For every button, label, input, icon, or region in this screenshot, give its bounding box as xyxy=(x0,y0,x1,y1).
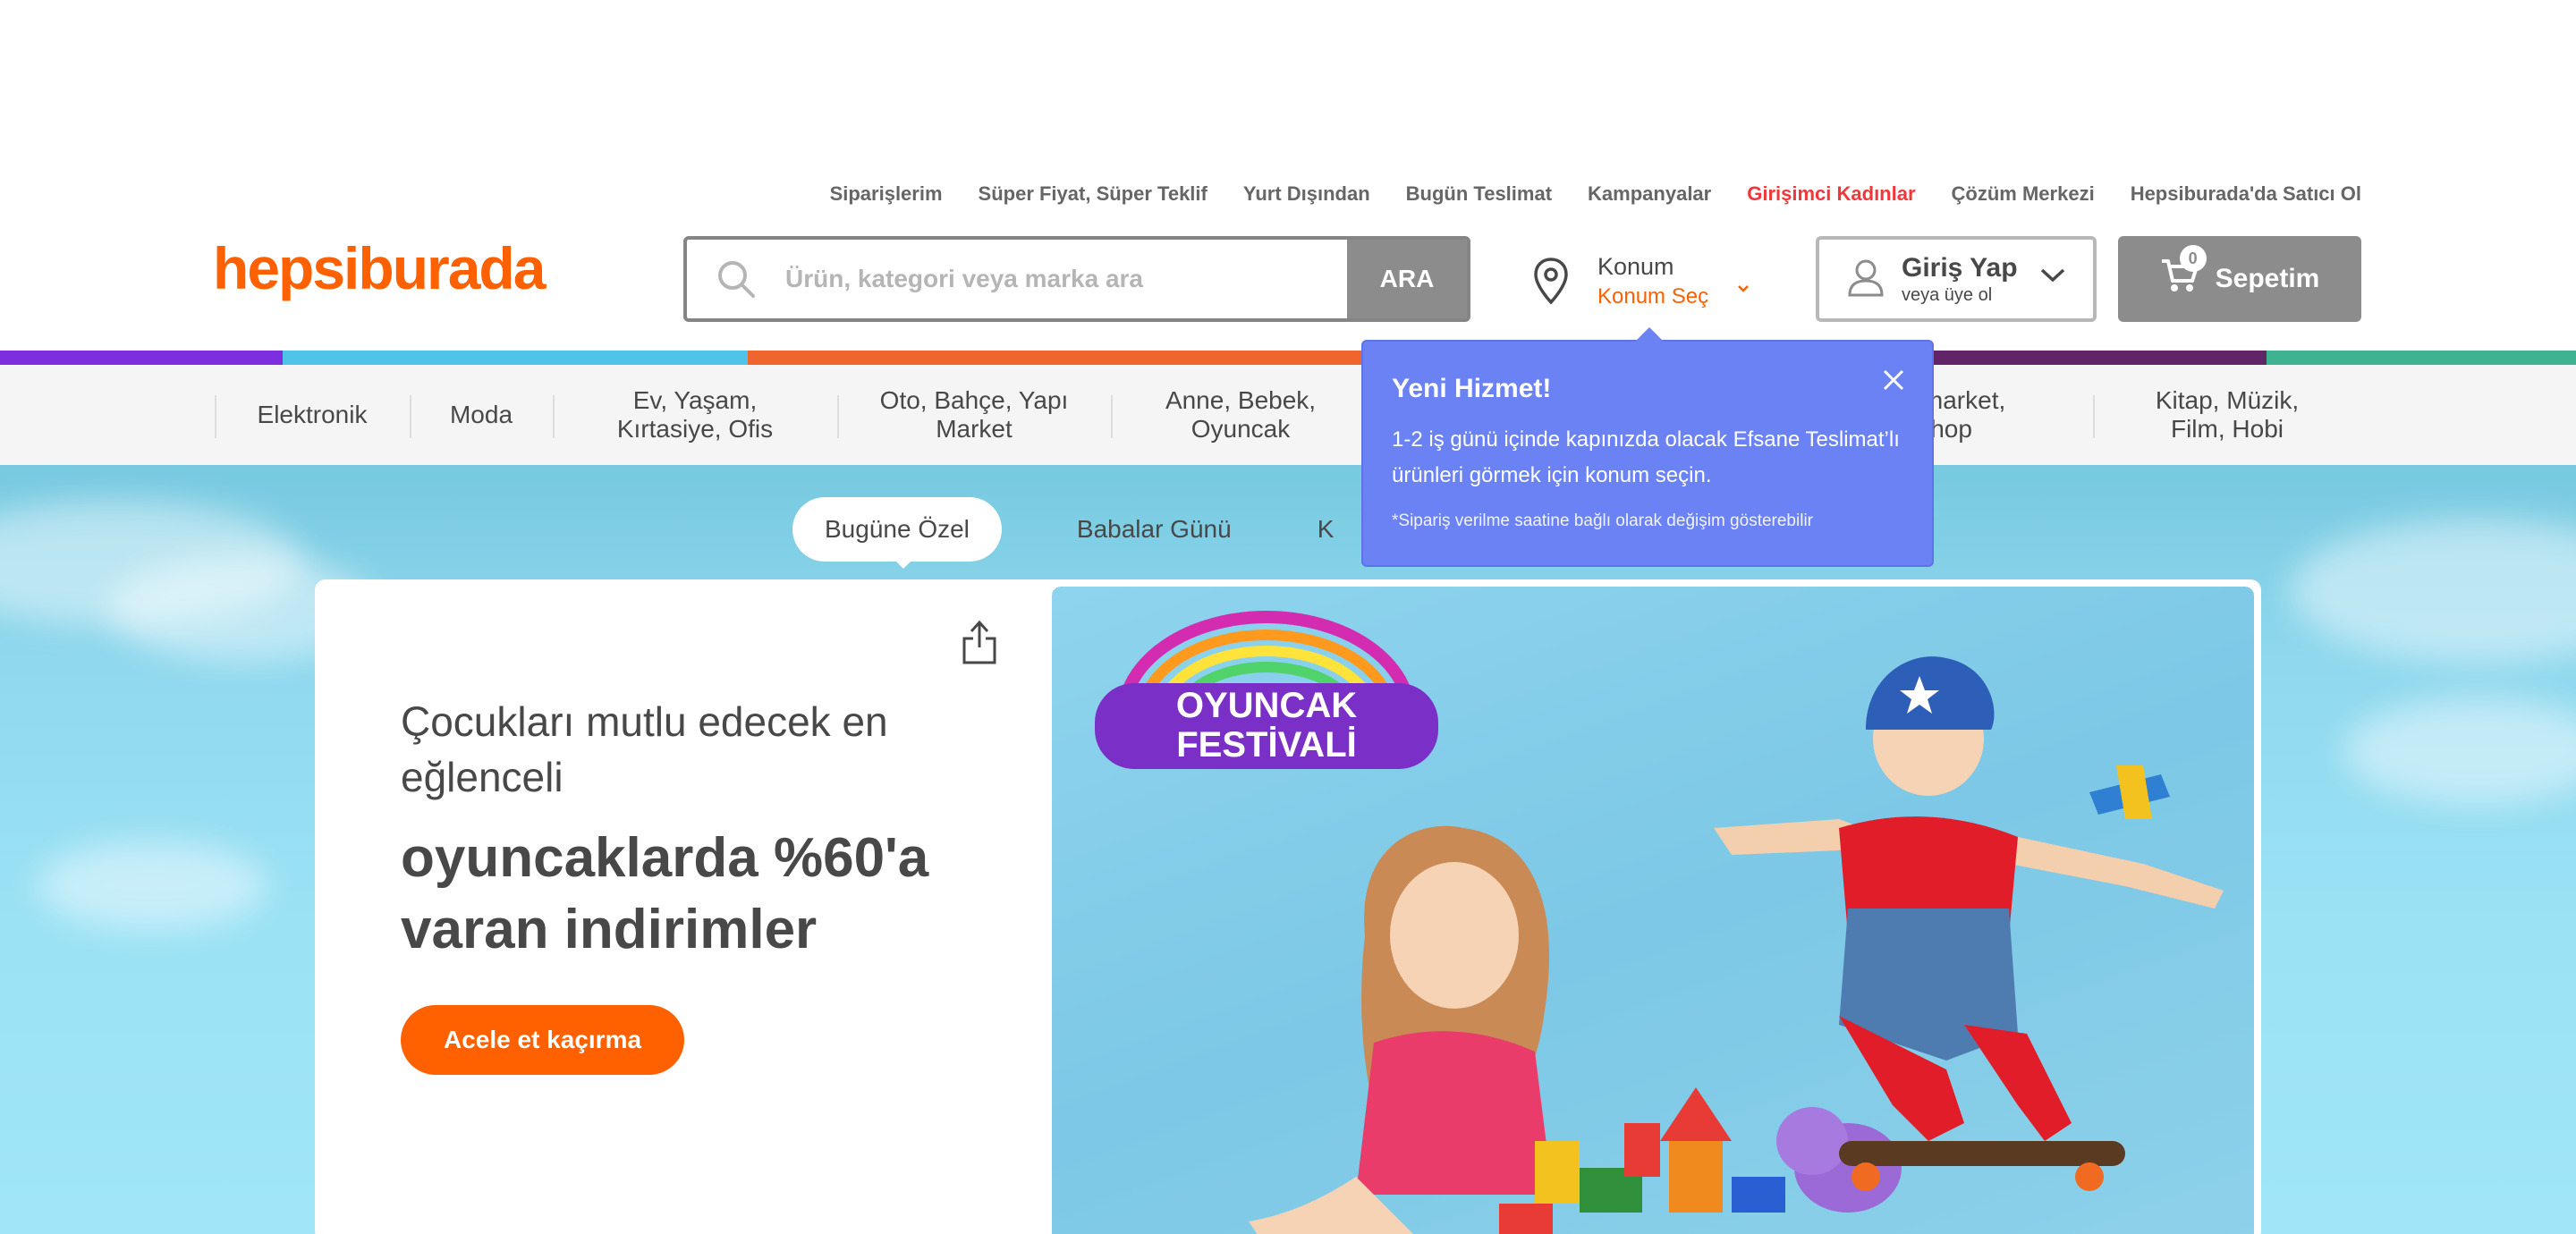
search-button[interactable]: ARA xyxy=(1347,240,1467,318)
tab-today-special[interactable]: Bugüne Özel xyxy=(792,497,1002,562)
login-title: Giriş Yap xyxy=(1902,252,2018,283)
category-fashion[interactable]: Moda xyxy=(410,365,553,465)
popup-note: *Sipariş verilme saatine bağlı olarak de… xyxy=(1392,511,1813,530)
location-title: Konum xyxy=(1597,252,1674,280)
login-subtitle: veya üye ol xyxy=(1902,284,1993,305)
close-icon[interactable] xyxy=(1882,368,1905,396)
category-baby[interactable]: Anne, Bebek, Oyuncak xyxy=(1111,365,1370,465)
category-books[interactable]: Kitap, Müzik, Film, Hobi xyxy=(2093,365,2361,465)
hero-banner-image[interactable]: OYUNCAK FESTİVALİ xyxy=(1052,587,2254,1234)
top-link-campaigns[interactable]: Kampanyalar xyxy=(1588,182,1711,206)
location-pin-icon xyxy=(1526,257,1576,305)
cart-count-badge: 0 xyxy=(2179,245,2207,272)
chevron-down-icon xyxy=(1737,279,1750,298)
tab-k[interactable]: K xyxy=(1318,497,1367,562)
top-link-become-seller[interactable]: Hepsiburada'da Satıcı Ol xyxy=(2131,182,2361,206)
cart-button[interactable]: 0 Sepetim xyxy=(2118,236,2361,322)
category-electronics[interactable]: Elektronik xyxy=(215,365,410,465)
location-action[interactable]: Konum Seç xyxy=(1597,284,1708,309)
top-link-super-price[interactable]: Süper Fiyat, Süper Teklif xyxy=(979,182,1208,206)
logo[interactable]: hepsiburada xyxy=(213,234,546,302)
top-link-orders[interactable]: Siparişlerim xyxy=(830,182,943,206)
brand-color-bar xyxy=(0,351,2576,365)
top-link-women-entrepreneurs[interactable]: Girişimci Kadınlar xyxy=(1747,182,1915,206)
popup-body: 1-2 iş günü içinde kapınızda olacak Efsa… xyxy=(1392,427,1900,487)
hero-subtitle: Çocukları mutlu edecek en eğlenceli xyxy=(401,698,888,800)
search-icon xyxy=(687,240,785,318)
top-link-today-delivery[interactable]: Bugün Teslimat xyxy=(1406,182,1552,206)
cart-label: Sepetim xyxy=(2215,264,2320,293)
cart-icon xyxy=(2160,259,2199,300)
popup-title: Yeni Hizmet! xyxy=(1392,374,1552,403)
user-icon xyxy=(1846,258,1885,301)
tab-fathers-day[interactable]: Babalar Günü xyxy=(1045,497,1264,562)
top-link-help-center[interactable]: Çözüm Merkezi xyxy=(1952,182,2095,206)
share-icon[interactable] xyxy=(961,619,998,670)
category-bar: Elektronik Moda Ev, Yaşam, Kırtasiye, Of… xyxy=(0,365,2576,465)
campaign-tabs: Bugüne Özel Babalar Günü K xyxy=(792,497,1419,562)
chevron-down-icon xyxy=(2039,266,2066,289)
new-service-popup: Yeni Hizmet! 1-2 iş günü içinde kapınızd… xyxy=(1361,327,1934,567)
top-link-abroad[interactable]: Yurt Dışından xyxy=(1243,182,1370,206)
top-links: Siparişlerim Süper Fiyat, Süper Teklif Y… xyxy=(794,182,2361,206)
kids-playing-illustration xyxy=(1249,656,2224,1234)
search-input[interactable] xyxy=(785,240,1347,318)
hero-card: Çocukları mutlu edecek en eğlenceli oyun… xyxy=(315,579,2261,1234)
location-selector[interactable]: Konum Konum Seç xyxy=(1526,243,1750,318)
hero-cta-button[interactable]: Acele et kaçırma xyxy=(401,1005,685,1075)
hero-title: oyuncaklarda %60'a varan indirimler xyxy=(401,827,929,960)
category-auto[interactable]: Oto, Bahçe, Yapı Market xyxy=(837,365,1111,465)
search-box: ARA xyxy=(683,236,1470,322)
category-home[interactable]: Ev, Yaşam, Kırtasiye, Ofis xyxy=(553,365,837,465)
login-button[interactable]: Giriş Yap veya üye ol xyxy=(1816,236,2097,322)
